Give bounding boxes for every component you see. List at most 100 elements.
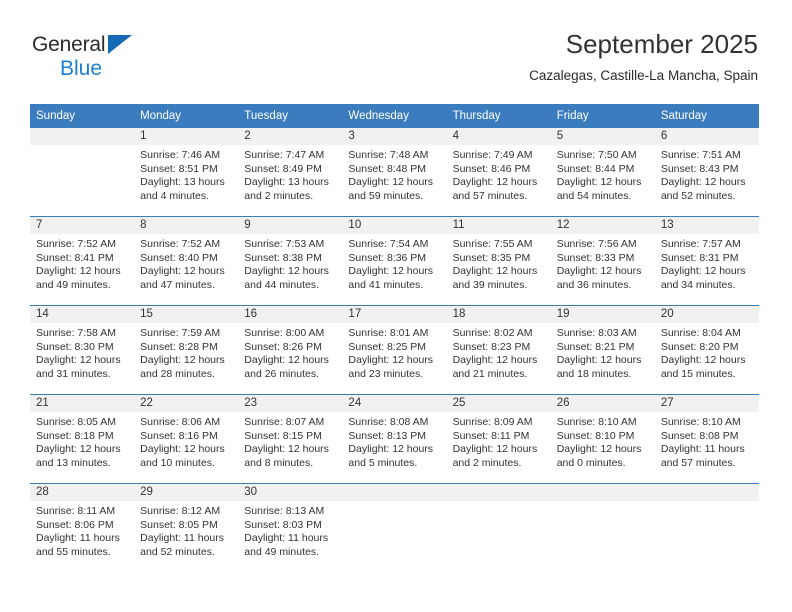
- calendar-day-cell[interactable]: 14 Sunrise: 7:58 AM Sunset: 8:30 PM Dayligh…: [30, 305, 135, 395]
- calendar-day-cell[interactable]: 18 Sunrise: 8:02 AM Sunset: 8:23 PM Dayligh…: [446, 305, 551, 395]
- day-details: Sunrise: 8:05 AM Sunset: 8:18 PM Daylight:…: [30, 412, 134, 470]
- weekday-header-saturday: Saturday: [654, 104, 759, 128]
- calendar-day-cell[interactable]: 2 Sunrise: 7:47 AM Sunset: 8:49 PM Daylight…: [238, 128, 343, 217]
- sunset-time: Sunset: 8:15 PM: [244, 429, 322, 442]
- day-number: 20: [654, 306, 759, 323]
- sunrise-time: Sunrise: 8:05 AM: [36, 416, 116, 428]
- sunset-time: Sunset: 8:43 PM: [660, 162, 739, 175]
- calendar-body: 1 Sunrise: 7:46 AM Sunset: 8:51 PM Daylight…: [30, 128, 759, 572]
- sunrise-time: Sunrise: 7:48 AM: [348, 149, 429, 161]
- sunset-time: Sunset: 8:49 PM: [244, 162, 322, 175]
- logo-triangle-icon: [107, 35, 132, 54]
- daylight-duration-line1: Daylight: 12 hours: [36, 265, 121, 278]
- calendar-week-row: 1 Sunrise: 7:46 AM Sunset: 8:51 PM Daylight…: [30, 128, 759, 217]
- day-number: 11: [446, 217, 551, 234]
- calendar-day-cell[interactable]: 16 Sunrise: 8:00 AM Sunset: 8:26 PM Dayligh…: [238, 305, 343, 395]
- calendar-week-row: 28 Sunrise: 8:11 AM Sunset: 8:06 PM Dayligh…: [30, 483, 759, 572]
- day-details: Sunrise: 7:46 AM Sunset: 8:51 PM Daylight:…: [134, 145, 238, 203]
- daylight-duration-line2: and 31 minutes.: [36, 367, 111, 380]
- calendar-day-cell[interactable]: 1 Sunrise: 7:46 AM Sunset: 8:51 PM Daylight…: [134, 128, 239, 217]
- calendar-day-cell[interactable]: 23 Sunrise: 8:07 AM Sunset: 8:15 PM Dayligh…: [238, 394, 343, 484]
- day-number: 12: [550, 217, 655, 234]
- sunset-time: Sunset: 8:28 PM: [140, 340, 218, 353]
- day-number: [342, 484, 447, 501]
- sunset-time: Sunset: 8:11 PM: [452, 429, 530, 442]
- calendar-day-cell[interactable]: 19 Sunrise: 8:03 AM Sunset: 8:21 PM Dayligh…: [550, 305, 655, 395]
- day-number: 10: [342, 217, 447, 234]
- calendar-day-cell[interactable]: 3 Sunrise: 7:48 AM Sunset: 8:48 PM Daylight…: [342, 128, 447, 217]
- sunset-time: Sunset: 8:20 PM: [660, 340, 739, 353]
- calendar-day-cell[interactable]: 28 Sunrise: 8:11 AM Sunset: 8:06 PM Dayligh…: [30, 483, 135, 572]
- sunset-time: Sunset: 8:21 PM: [556, 340, 635, 353]
- calendar-day-cell[interactable]: 8 Sunrise: 7:52 AM Sunset: 8:40 PM Daylight…: [134, 216, 239, 306]
- day-details: Sunrise: 8:02 AM Sunset: 8:23 PM Daylight:…: [447, 323, 551, 381]
- sunset-time: Sunset: 8:38 PM: [244, 251, 322, 264]
- calendar-day-cell[interactable]: 7 Sunrise: 7:52 AM Sunset: 8:41 PM Daylight…: [30, 216, 135, 306]
- daylight-duration-line2: and 4 minutes.: [140, 189, 210, 202]
- daylight-duration-line2: and 2 minutes.: [452, 456, 522, 469]
- calendar-day-cell[interactable]: 17 Sunrise: 8:01 AM Sunset: 8:25 PM Dayligh…: [342, 305, 447, 395]
- daylight-duration-line2: and 49 minutes.: [36, 278, 111, 291]
- sunrise-time: Sunrise: 7:47 AM: [244, 149, 325, 161]
- day-number: 17: [342, 306, 447, 323]
- calendar-day-cell[interactable]: 25 Sunrise: 8:09 AM Sunset: 8:11 PM Dayligh…: [446, 394, 551, 484]
- calendar-day-cell[interactable]: 20 Sunrise: 8:04 AM Sunset: 8:20 PM Dayligh…: [654, 305, 759, 395]
- calendar-week-row: 14 Sunrise: 7:58 AM Sunset: 8:30 PM Dayligh…: [30, 305, 759, 395]
- calendar-day-cell[interactable]: 10 Sunrise: 7:54 AM Sunset: 8:36 PM Dayligh…: [342, 216, 447, 306]
- daylight-duration-line1: Daylight: 12 hours: [348, 354, 434, 367]
- sunset-time: Sunset: 8:31 PM: [660, 251, 739, 264]
- calendar-day-cell[interactable]: 29 Sunrise: 8:12 AM Sunset: 8:05 PM Dayligh…: [134, 483, 239, 572]
- day-number: 22: [134, 395, 239, 412]
- calendar-day-cell[interactable]: 26 Sunrise: 8:10 AM Sunset: 8:10 PM Dayligh…: [550, 394, 655, 484]
- calendar-day-cell[interactable]: 21 Sunrise: 8:05 AM Sunset: 8:18 PM Dayligh…: [30, 394, 135, 484]
- calendar-day-cell[interactable]: 22 Sunrise: 8:06 AM Sunset: 8:16 PM Dayligh…: [134, 394, 239, 484]
- day-details: Sunrise: 8:04 AM Sunset: 8:20 PM Daylight:…: [655, 323, 759, 381]
- calendar-day-cell[interactable]: 5 Sunrise: 7:50 AM Sunset: 8:44 PM Daylight…: [550, 128, 655, 217]
- sunset-time: Sunset: 8:41 PM: [36, 251, 114, 264]
- daylight-duration-line1: Daylight: 12 hours: [140, 443, 225, 456]
- calendar-day-cell[interactable]: 15 Sunrise: 7:59 AM Sunset: 8:28 PM Dayligh…: [134, 305, 239, 395]
- sunrise-time: Sunrise: 7:51 AM: [660, 149, 741, 161]
- day-number: 3: [342, 128, 447, 145]
- day-number: 29: [134, 484, 239, 501]
- sunrise-time: Sunrise: 8:13 AM: [244, 505, 325, 517]
- sunrise-time: Sunrise: 8:02 AM: [452, 327, 533, 339]
- sunset-time: Sunset: 8:46 PM: [452, 162, 531, 175]
- day-number: 24: [342, 395, 447, 412]
- day-details: Sunrise: 7:51 AM Sunset: 8:43 PM Daylight:…: [655, 145, 759, 203]
- daylight-duration-line2: and 59 minutes.: [348, 189, 424, 202]
- calendar-day-cell[interactable]: 12 Sunrise: 7:56 AM Sunset: 8:33 PM Dayligh…: [550, 216, 655, 306]
- weekday-header-monday: Monday: [134, 104, 239, 128]
- day-number: 19: [550, 306, 655, 323]
- sunrise-time: Sunrise: 7:52 AM: [36, 238, 116, 250]
- calendar-day-cell[interactable]: 6 Sunrise: 7:51 AM Sunset: 8:43 PM Daylight…: [654, 128, 759, 217]
- sunset-time: Sunset: 8:26 PM: [244, 340, 322, 353]
- calendar-day-cell[interactable]: 13 Sunrise: 7:57 AM Sunset: 8:31 PM Dayligh…: [654, 216, 759, 306]
- page-title: September 2025: [565, 29, 758, 59]
- day-details: Sunrise: 7:57 AM Sunset: 8:31 PM Daylight:…: [655, 234, 759, 292]
- day-number: 13: [654, 217, 759, 234]
- daylight-duration-line1: Daylight: 12 hours: [244, 443, 329, 456]
- calendar-day-cell-empty: [446, 483, 551, 572]
- daylight-duration-line2: and 57 minutes.: [660, 456, 736, 469]
- daylight-duration-line1: Daylight: 12 hours: [452, 265, 538, 278]
- sunset-time: Sunset: 8:44 PM: [556, 162, 635, 175]
- day-number: 26: [550, 395, 655, 412]
- calendar-day-cell[interactable]: 9 Sunrise: 7:53 AM Sunset: 8:38 PM Daylight…: [238, 216, 343, 306]
- daylight-duration-line1: Daylight: 12 hours: [556, 176, 642, 189]
- calendar-day-cell[interactable]: 4 Sunrise: 7:49 AM Sunset: 8:46 PM Daylight…: [446, 128, 551, 217]
- day-number: 23: [238, 395, 343, 412]
- daylight-duration-line1: Daylight: 12 hours: [348, 443, 434, 456]
- calendar-day-cell[interactable]: 11 Sunrise: 7:55 AM Sunset: 8:35 PM Dayligh…: [446, 216, 551, 306]
- daylight-duration-line2: and 28 minutes.: [140, 367, 215, 380]
- calendar-day-cell[interactable]: 27 Sunrise: 8:10 AM Sunset: 8:08 PM Dayligh…: [654, 394, 759, 484]
- calendar-day-cell[interactable]: 24 Sunrise: 8:08 AM Sunset: 8:13 PM Dayligh…: [342, 394, 447, 484]
- sunrise-time: Sunrise: 7:46 AM: [140, 149, 221, 161]
- sunrise-time: Sunrise: 8:03 AM: [556, 327, 637, 339]
- day-details: Sunrise: 7:49 AM Sunset: 8:46 PM Daylight:…: [447, 145, 551, 203]
- sunrise-time: Sunrise: 8:04 AM: [660, 327, 741, 339]
- sunrise-time: Sunrise: 8:12 AM: [140, 505, 221, 517]
- calendar-day-cell[interactable]: 30 Sunrise: 8:13 AM Sunset: 8:03 PM Dayligh…: [238, 483, 343, 572]
- daylight-duration-line1: Daylight: 12 hours: [36, 443, 121, 456]
- day-details: Sunrise: 7:53 AM Sunset: 8:38 PM Daylight:…: [238, 234, 342, 292]
